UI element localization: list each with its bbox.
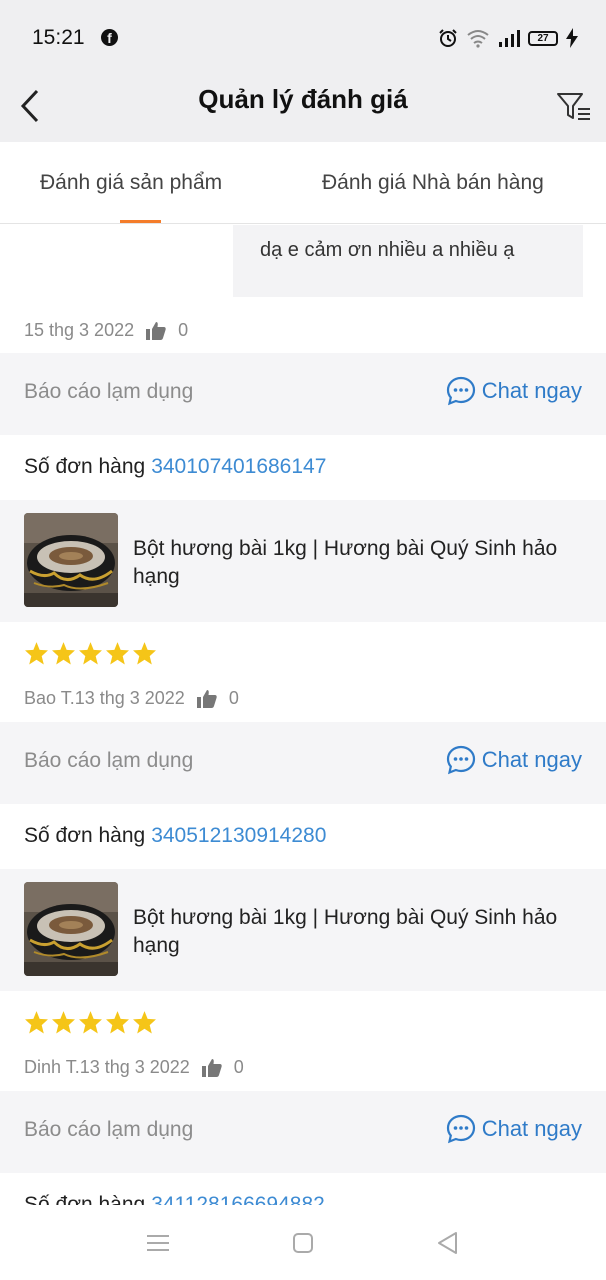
product-row[interactable]: Bột hương bài 1kg | Hương bài Quý Sinh h…	[0, 500, 606, 622]
alarm-icon	[439, 29, 457, 47]
star-icon	[106, 642, 129, 665]
order-number-row: Số đơn hàng 341128166694882	[24, 1193, 325, 1205]
product-row[interactable]: Bột hương bài 1kg | Hương bài Quý Sinh h…	[0, 869, 606, 991]
report-row: Báo cáo lạm dụng Chat ngay	[0, 722, 606, 804]
like-count: 0	[178, 319, 189, 340]
like-button[interactable]	[201, 1058, 222, 1077]
like-button[interactable]	[146, 321, 166, 340]
page-title: Quản lý đánh giá	[198, 84, 408, 114]
chat-bubble-icon	[446, 1114, 475, 1144]
reviewer-and-date: Dinh T.13 thg 3 2022	[24, 1056, 190, 1077]
chat-bubble-icon	[446, 745, 475, 775]
system-back-button[interactable]	[432, 1230, 462, 1256]
star-icon	[133, 642, 156, 665]
thumbs-up-icon	[196, 689, 217, 708]
signal-icon	[499, 30, 520, 47]
product-name: Bột hương bài 1kg | Hương bài Quý Sinh h…	[133, 537, 558, 588]
star-icon	[106, 1011, 129, 1034]
filter-button[interactable]	[554, 82, 594, 132]
star-icon	[52, 642, 75, 665]
like-button[interactable]	[196, 689, 217, 708]
system-nav-bar	[0, 1206, 606, 1280]
star-icon	[79, 642, 102, 665]
order-number-row: Số đơn hàng 340107401686147	[24, 455, 326, 479]
report-row: Báo cáo lạm dụng Chat ngay	[0, 353, 606, 435]
home-button[interactable]	[288, 1230, 318, 1256]
product-name: Bột hương bài 1kg | Hương bài Quý Sinh h…	[133, 906, 558, 957]
facebook-icon: f	[101, 29, 118, 46]
star-icon	[25, 642, 48, 665]
star-icon	[79, 1011, 102, 1034]
tab-seller-reviews[interactable]: Đánh giá Nhà bán hàng	[322, 171, 544, 195]
order-number[interactable]: 340107401686147	[151, 455, 326, 478]
report-abuse-link[interactable]: Báo cáo lạm dụng	[24, 749, 193, 773]
order-label: Số đơn hàng	[24, 824, 146, 847]
report-abuse-link[interactable]: Báo cáo lạm dụng	[24, 380, 193, 404]
star-rating	[24, 641, 157, 665]
order-label: Số đơn hàng	[24, 455, 146, 478]
filter-icon	[557, 93, 590, 120]
review-list[interactable]: dạ e cảm ơn nhiều a nhiều ạ 15 thg 3 202…	[0, 225, 606, 1205]
review-meta: Dinh T.13 thg 3 2022 0	[24, 1054, 244, 1080]
star-icon	[52, 1011, 75, 1034]
product-thumbnail	[24, 882, 118, 976]
menu-button[interactable]	[143, 1230, 173, 1256]
home-square-icon	[293, 1233, 313, 1253]
menu-icon	[147, 1235, 169, 1251]
app-bar: Quản lý đánh giá	[0, 72, 606, 142]
status-time: 15:21	[32, 26, 85, 49]
active-tab-indicator	[120, 220, 161, 223]
back-triangle-icon	[438, 1232, 457, 1254]
thumbs-up-icon	[201, 1058, 222, 1077]
battery-icon: 27	[528, 30, 558, 46]
report-row: Báo cáo lạm dụng Chat ngay	[0, 1091, 606, 1173]
like-count: 0	[233, 1056, 244, 1077]
chat-now-button[interactable]: Chat ngay	[446, 376, 582, 406]
review-meta: 15 thg 3 2022 0	[24, 317, 188, 343]
chat-now-label: Chat ngay	[481, 378, 582, 403]
chat-now-button[interactable]: Chat ngay	[446, 1114, 582, 1144]
star-icon	[25, 1011, 48, 1034]
order-number-row: Số đơn hàng 340512130914280	[24, 824, 326, 848]
star-rating	[24, 1010, 157, 1034]
status-icons: 27	[438, 26, 578, 50]
order-number[interactable]: 340512130914280	[151, 824, 326, 847]
thumbs-up-icon	[146, 321, 166, 340]
report-abuse-link[interactable]: Báo cáo lạm dụng	[24, 1118, 193, 1142]
tab-bar: Đánh giá sản phẩm Đánh giá Nhà bán hàng	[0, 142, 606, 224]
wifi-icon	[467, 30, 489, 48]
tab-product-reviews[interactable]: Đánh giá sản phẩm	[40, 171, 222, 195]
status-bar: 15:21 f 27	[0, 0, 606, 72]
product-thumbnail	[24, 513, 118, 607]
chat-now-label: Chat ngay	[481, 747, 582, 772]
charging-icon	[566, 28, 578, 48]
review-meta: Bao T.13 thg 3 2022 0	[24, 685, 239, 711]
reviewer-and-date: Bao T.13 thg 3 2022	[24, 687, 185, 708]
order-label: Số đơn hàng	[24, 1193, 146, 1205]
like-count: 0	[228, 687, 239, 708]
chat-bubble-icon	[446, 376, 475, 406]
chat-now-button[interactable]: Chat ngay	[446, 745, 582, 775]
seller-reply: dạ e cảm ơn nhiều a nhiều ạ	[233, 225, 583, 297]
review-date: 15 thg 3 2022	[24, 319, 135, 340]
chat-now-label: Chat ngay	[481, 1116, 582, 1141]
order-number[interactable]: 341128166694882	[151, 1193, 325, 1205]
star-icon	[133, 1011, 156, 1034]
